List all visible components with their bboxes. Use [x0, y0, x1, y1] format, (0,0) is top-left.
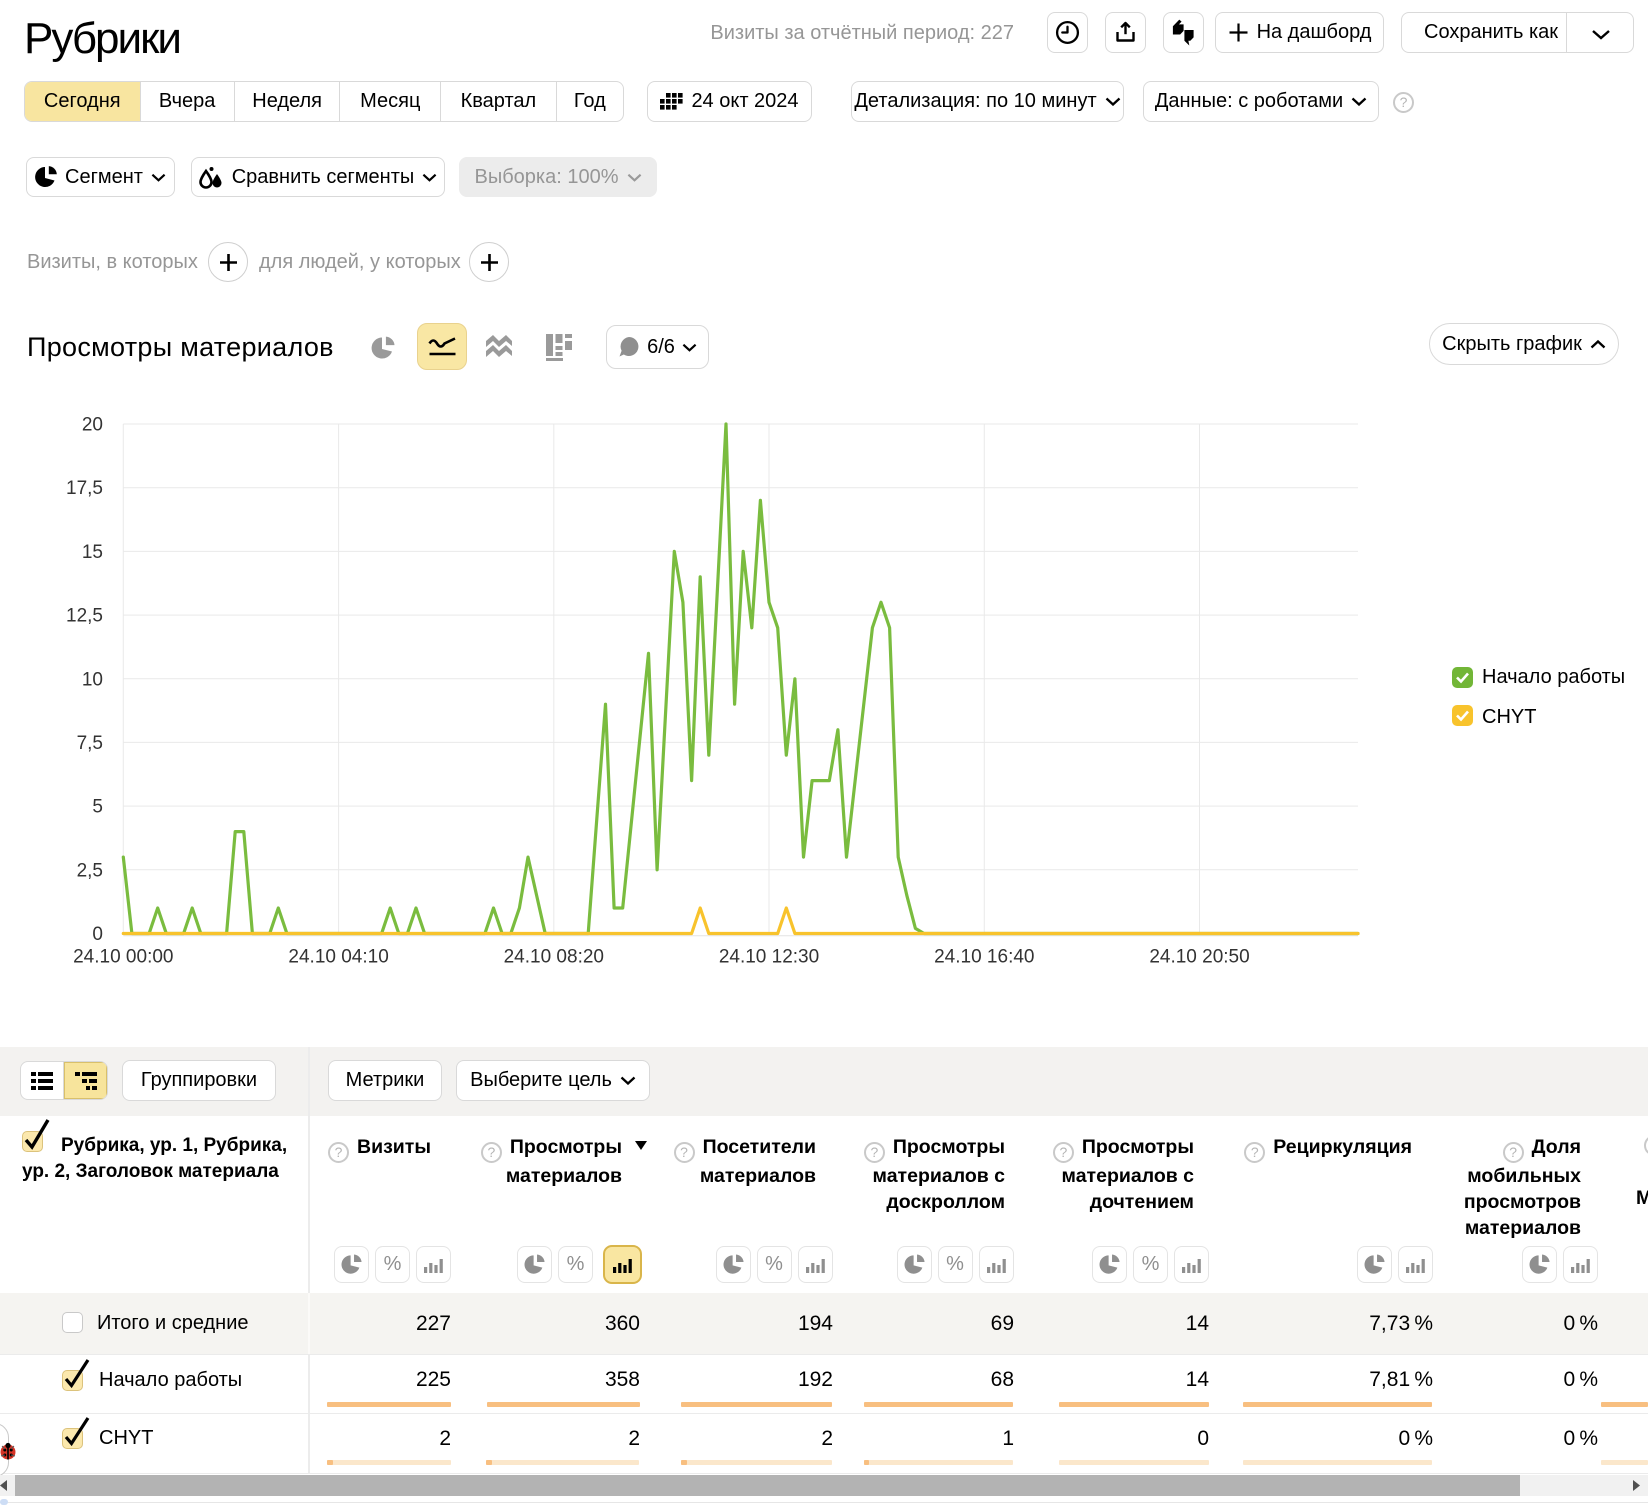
- svg-text:24.10 04:10: 24.10 04:10: [288, 947, 388, 968]
- svg-text:10: 10: [82, 669, 103, 690]
- svg-text:24.10 00:00: 24.10 00:00: [73, 947, 173, 968]
- svg-text:24.10 16:40: 24.10 16:40: [934, 947, 1034, 968]
- svg-text:5: 5: [92, 797, 103, 818]
- svg-text:0: 0: [92, 924, 103, 945]
- svg-text:24.10 20:50: 24.10 20:50: [1149, 947, 1249, 968]
- svg-text:24.10 08:20: 24.10 08:20: [504, 947, 604, 968]
- svg-text:15: 15: [82, 542, 103, 563]
- svg-text:17,5: 17,5: [66, 478, 103, 499]
- svg-text:24.10 12:30: 24.10 12:30: [719, 947, 819, 968]
- svg-text:20: 20: [82, 415, 103, 436]
- svg-text:12,5: 12,5: [66, 606, 103, 627]
- svg-text:7,5: 7,5: [77, 733, 103, 754]
- svg-text:2,5: 2,5: [77, 860, 103, 881]
